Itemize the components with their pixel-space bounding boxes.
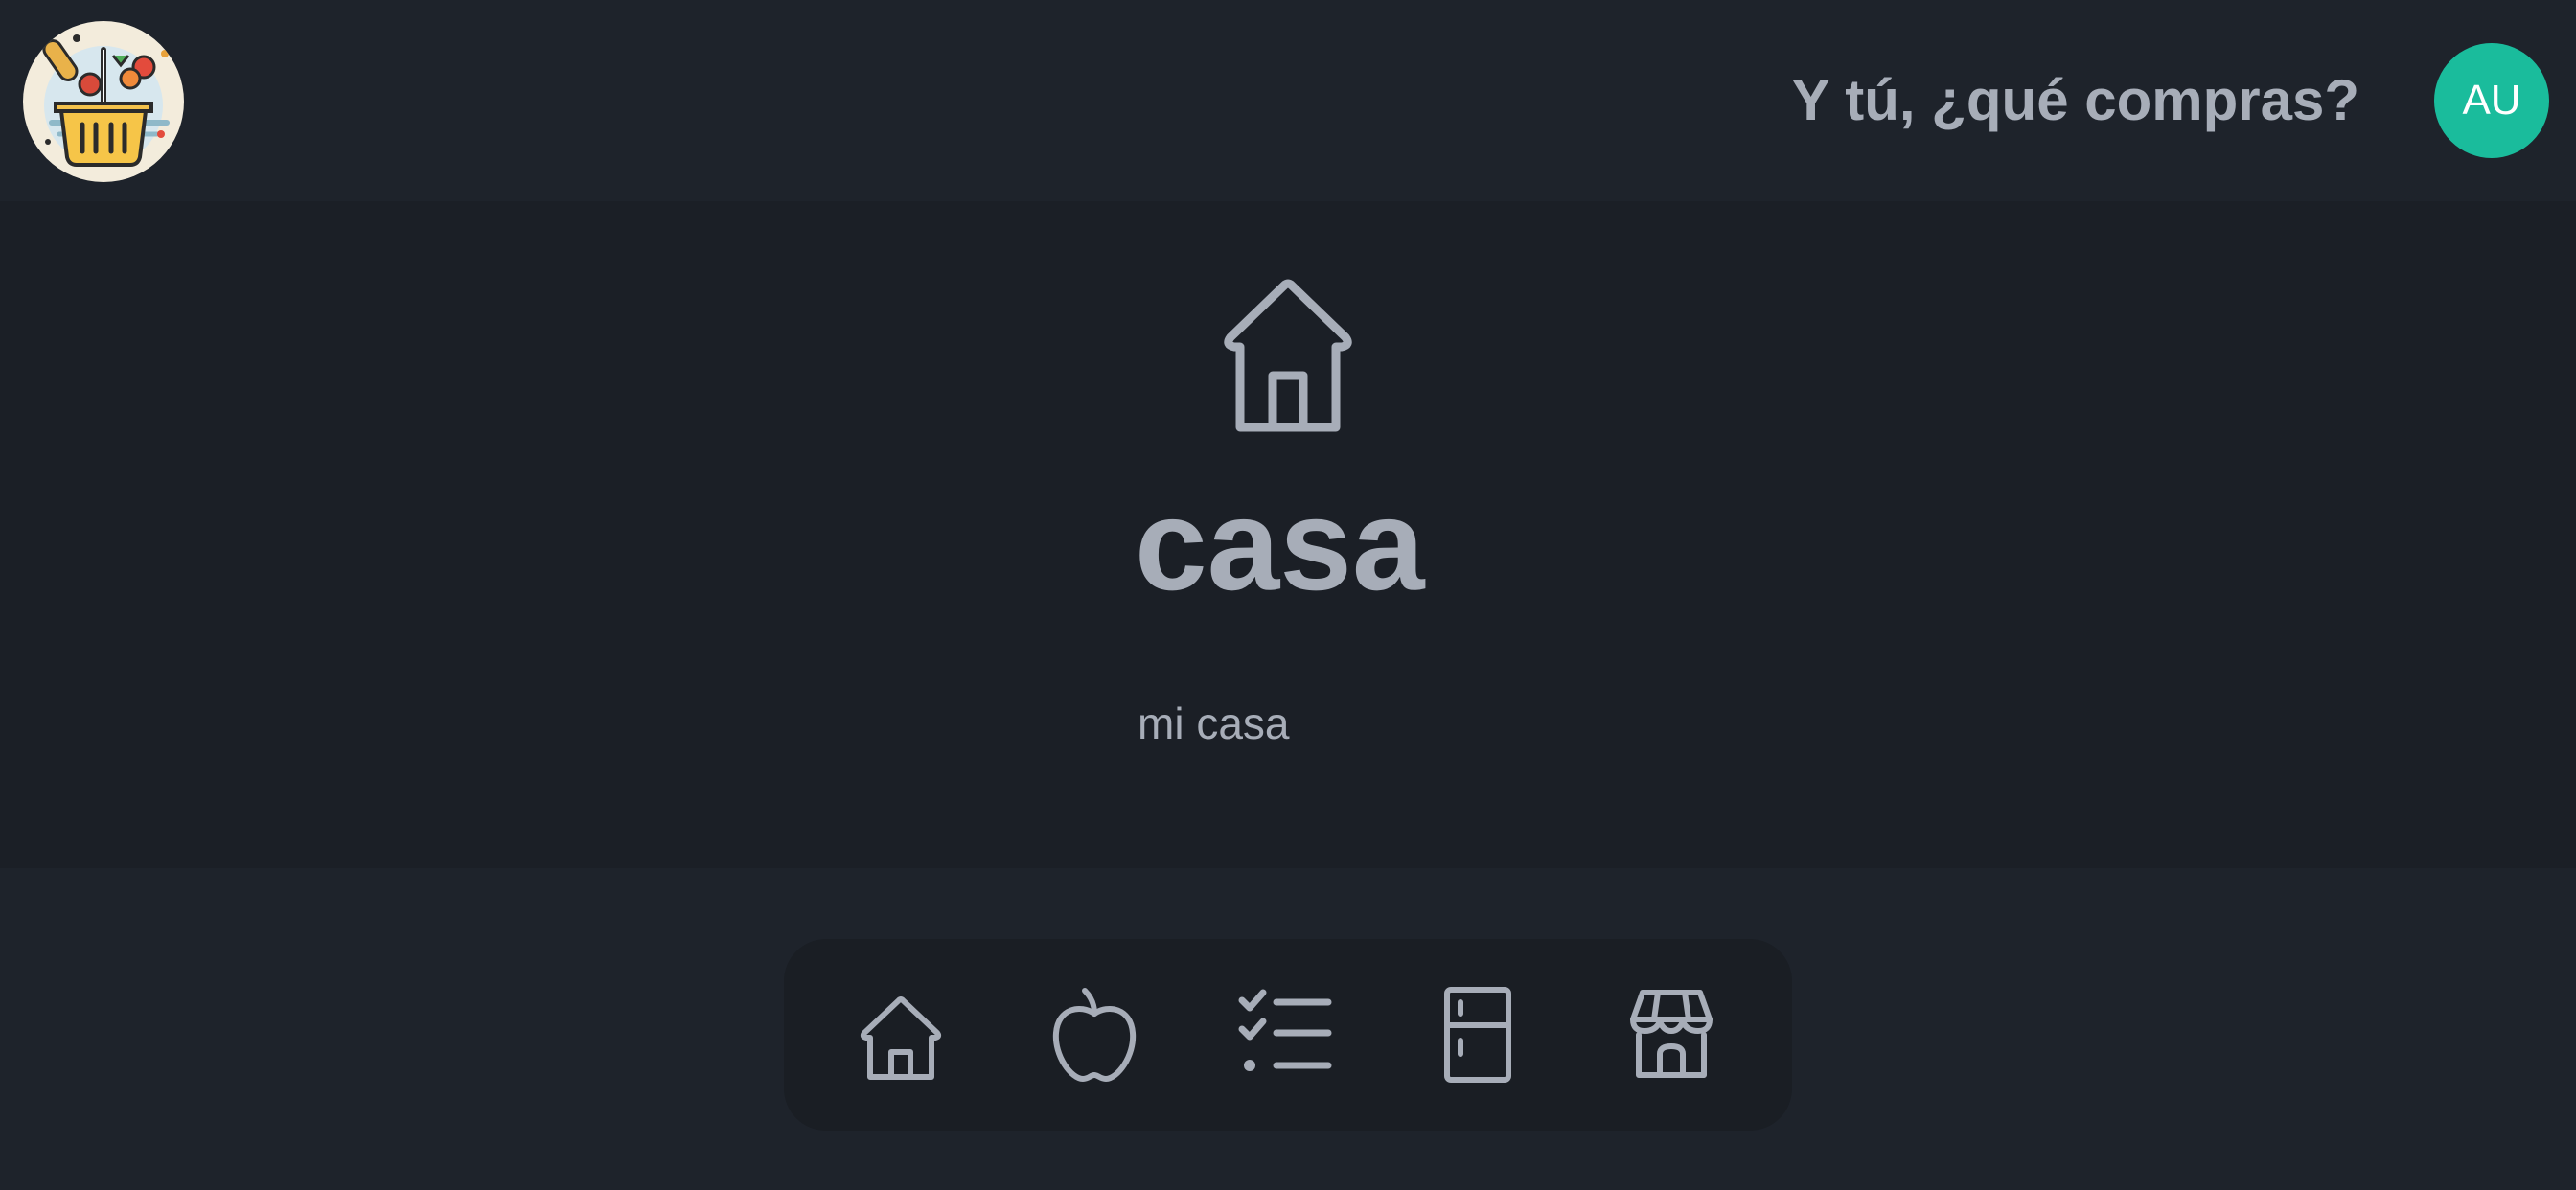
- app-header: Y tú, ¿qué compras? AU: [0, 0, 2576, 201]
- nav-item-stores[interactable]: [1620, 983, 1723, 1087]
- checklist-icon: [1238, 989, 1332, 1071]
- user-avatar[interactable]: AU: [2434, 43, 2549, 158]
- nav-item-lists[interactable]: [1234, 983, 1338, 1087]
- place-name: casa: [1135, 471, 1425, 617]
- basket-logo-icon[interactable]: [23, 21, 184, 182]
- app-title: Y tú, ¿qué compras?: [1791, 68, 2359, 132]
- place-detail: casa mi casa: [0, 201, 2576, 868]
- house-icon: [860, 996, 942, 1080]
- store-icon: [1630, 990, 1713, 1078]
- nav-item-pantry[interactable]: [1426, 983, 1530, 1087]
- nav-item-home[interactable]: [849, 983, 953, 1087]
- nav-item-products[interactable]: [1043, 983, 1146, 1087]
- house-icon: [1202, 261, 1374, 433]
- place-description: mi casa: [1138, 698, 1290, 748]
- bottom-bar: [0, 868, 2576, 1190]
- fridge-icon: [1444, 987, 1511, 1083]
- apple-icon: [1052, 988, 1137, 1082]
- bottom-navigation: [784, 939, 1792, 1131]
